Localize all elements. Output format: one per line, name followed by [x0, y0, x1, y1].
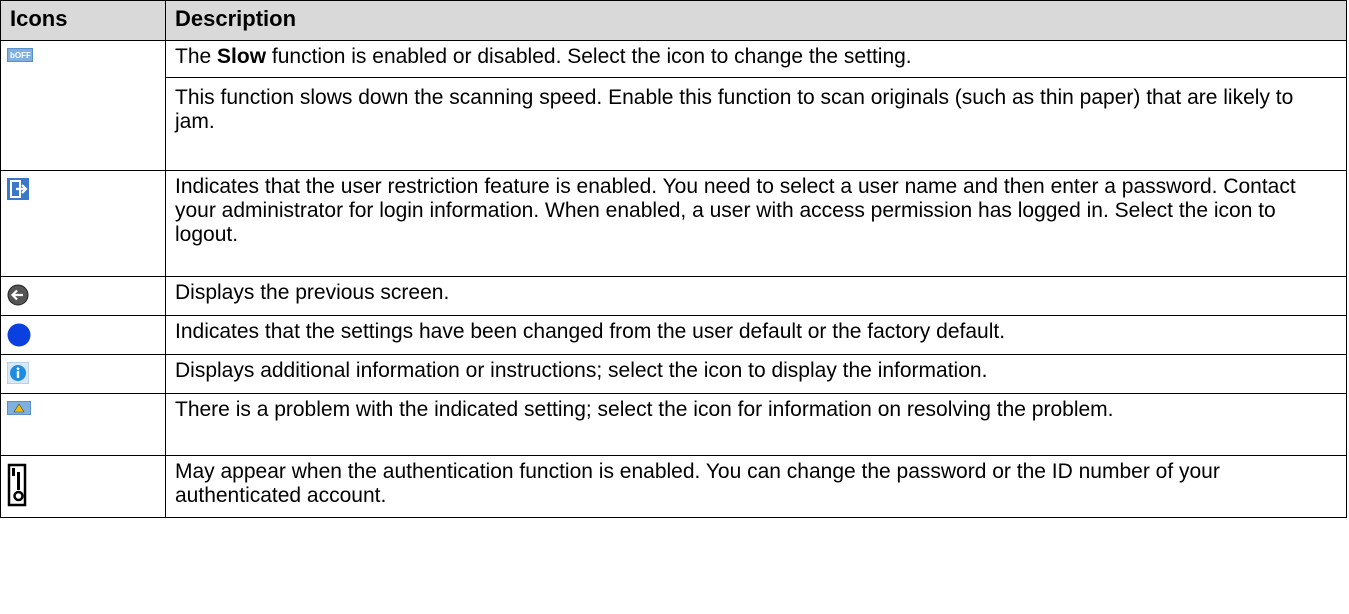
- setting-problem-icon: [7, 401, 31, 415]
- authentication-key-icon: [7, 463, 29, 507]
- desc-pre: The: [175, 45, 218, 68]
- desc-post: function is enabled or disabled. Select …: [266, 45, 912, 68]
- table-row: bOFF The Slow function is enabled or dis…: [0, 40, 1347, 171]
- info-icon: [7, 362, 29, 384]
- description-cell: Indicates that the user restriction feat…: [165, 170, 1347, 277]
- icon-cell: [0, 393, 166, 456]
- slow-icon: bOFF: [7, 48, 33, 62]
- logout-icon: [7, 178, 29, 200]
- header-row: Icons Description: [0, 0, 1347, 41]
- icon-cell: [0, 354, 166, 394]
- desc-detail: This function slows down the scanning sp…: [175, 86, 1294, 133]
- icon-cell: bOFF: [0, 40, 166, 171]
- icon-cell: [0, 315, 166, 355]
- table-row: May appear when the authentication funct…: [0, 455, 1347, 518]
- description-cell: There is a problem with the indicated se…: [165, 393, 1347, 456]
- icon-cell: [0, 170, 166, 277]
- icons-column-header: Icons: [0, 0, 166, 41]
- description-cell: Indicates that the settings have been ch…: [165, 315, 1347, 355]
- description-cell: The Slow function is enabled or disabled…: [165, 40, 1347, 171]
- table-row: Displays the previous screen.: [0, 276, 1347, 316]
- table-row: There is a problem with the indicated se…: [0, 393, 1347, 456]
- icons-table: Icons Description bOFF The Slow function…: [0, 0, 1347, 518]
- table-row: Displays additional information or instr…: [0, 354, 1347, 394]
- back-arrow-icon: [7, 284, 29, 306]
- svg-text:bOFF: bOFF: [10, 51, 31, 60]
- icon-cell: [0, 455, 166, 518]
- description-cell: May appear when the authentication funct…: [165, 455, 1347, 518]
- description-cell: Displays additional information or instr…: [165, 354, 1347, 394]
- slow-term: Slow: [217, 45, 267, 68]
- table-row: Indicates that the settings have been ch…: [0, 315, 1347, 355]
- description-column-header: Description: [165, 0, 1347, 41]
- icon-cell: [0, 276, 166, 316]
- table-row: Indicates that the user restriction feat…: [0, 170, 1347, 277]
- description-cell: Displays the previous screen.: [165, 276, 1347, 316]
- blue-dot-icon: [7, 323, 31, 347]
